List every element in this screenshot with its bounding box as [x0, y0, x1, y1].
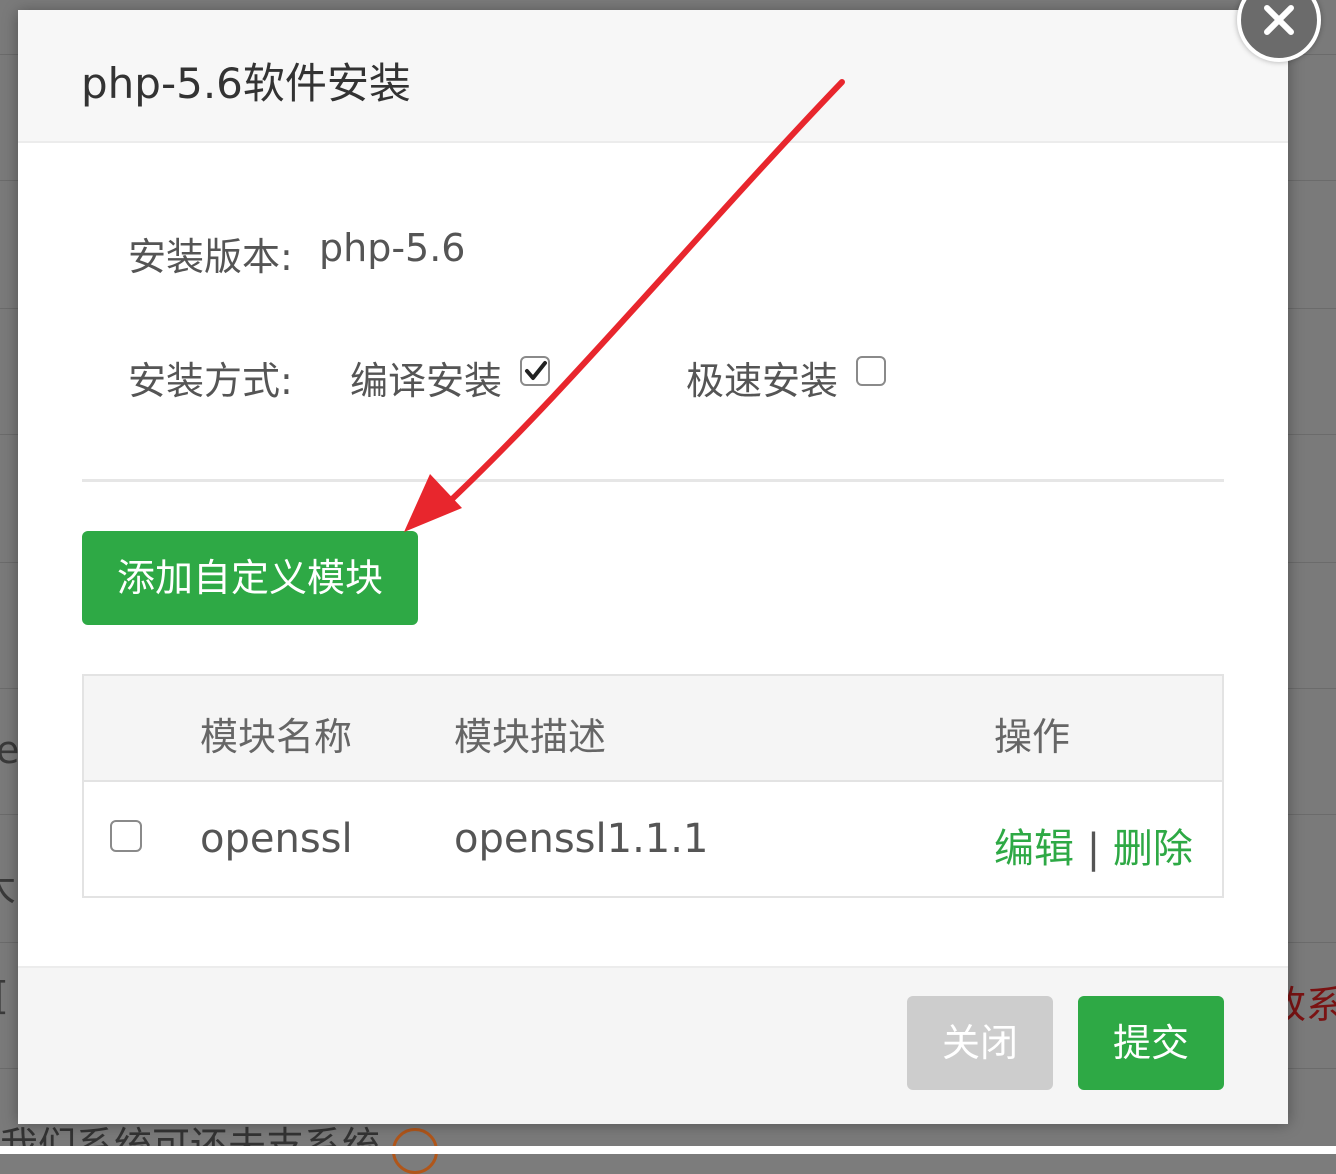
header-module-description: 模块描述: [454, 715, 607, 759]
fast-install-checkbox[interactable]: [856, 356, 886, 386]
close-icon: [1264, 5, 1294, 35]
compile-install-label: 编译安装: [350, 359, 503, 403]
operation-cell: 编辑 | 删除: [994, 816, 1193, 874]
add-custom-module-button[interactable]: 添加自定义模块: [82, 531, 418, 625]
bg-bottom-text: 我们系统可还未支系统: [0, 1124, 381, 1146]
fast-install-label: 极速安装: [686, 359, 839, 403]
method-label: 安装方式:: [128, 359, 293, 403]
dialog-header: php-5.6软件安装: [18, 10, 1288, 143]
close-button[interactable]: 关闭: [907, 996, 1053, 1090]
checkmark-icon: [525, 361, 547, 380]
edit-link[interactable]: 编辑: [994, 826, 1074, 872]
dialog-footer: 关闭 提交: [18, 966, 1288, 1124]
header-operation: 操作: [994, 715, 1071, 759]
bg-bottom-strip: [0, 1146, 1336, 1154]
submit-button[interactable]: 提交: [1078, 996, 1224, 1090]
bg-text-fragment: [: [0, 974, 9, 1018]
delete-link[interactable]: 删除: [1113, 826, 1193, 872]
version-value: php-5.6: [319, 226, 466, 270]
bg-text-fragment: e: [0, 728, 20, 772]
table-header: 模块名称 模块描述 操作: [84, 676, 1222, 782]
install-dialog: php-5.6软件安装 安装版本: php-5.6 安装方式: 编译安装 极速安…: [18, 10, 1288, 1124]
bg-text-fragment: 大: [0, 856, 16, 911]
module-table: 模块名称 模块描述 操作 openssl openssl1.1.1 编辑 | 删…: [82, 674, 1224, 898]
row-select-checkbox[interactable]: [110, 820, 142, 852]
module-description-cell: openssl1.1.1: [454, 816, 709, 862]
header-module-name: 模块名称: [200, 715, 353, 759]
link-separator: |: [1086, 826, 1101, 872]
version-label: 安装版本:: [128, 235, 293, 279]
module-name-cell: openssl: [200, 816, 353, 862]
dialog-title: php-5.6软件安装: [81, 59, 411, 108]
section-divider: [82, 479, 1224, 482]
compile-install-checkbox[interactable]: [520, 356, 550, 386]
